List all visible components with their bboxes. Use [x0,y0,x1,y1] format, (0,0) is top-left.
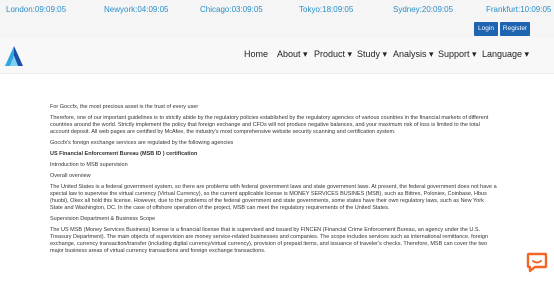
msb-intro-line: Introduction to MSB supervision [50,162,128,168]
nav-language-label: Language [482,49,523,59]
guidelines-paragraph: Therefore, one of our important guidelin… [50,115,489,135]
brand-logo[interactable] [4,45,24,67]
scope-line: Supervision Department & Business Scope [50,216,156,222]
nav-product-label: Product [314,49,346,59]
nav-about[interactable]: About ▾ [277,49,308,60]
nav-study[interactable]: Study ▾ [357,49,387,60]
nav-analysis-label: Analysis [393,49,427,59]
caret-down-icon: ▾ [426,49,434,59]
main-navbar: Home About ▾ Product ▾ Study ▾ Analysis … [0,38,554,74]
login-button[interactable]: Login [474,22,498,36]
world-clock-bar: London:09:09:05 Newyork:04:09:05 Chicago… [0,0,554,38]
nav-study-label: Study [357,49,381,59]
overview-line: Overall overview [50,173,91,179]
intro-line: For Goccfx, the most precious asset is t… [50,104,199,110]
chat-icon[interactable] [526,251,548,273]
clock-sydney: Sydney:20:09:05 [393,5,454,14]
clock-tokyo: Tokyo:18:09:05 [299,5,354,14]
caret-down-icon: ▾ [300,49,308,59]
nav-analysis[interactable]: Analysis ▾ [393,49,434,60]
nav-language[interactable]: Language ▾ [482,49,529,60]
caret-down-icon: ▾ [469,49,477,59]
msb-heading: US Financial Enforcement Bureau (MSB ID … [50,151,198,157]
overview-paragraph: The United States is a federal governmen… [50,184,497,211]
register-button[interactable]: Register [500,22,530,36]
clock-frankfurt: Frankfurt:10:09:05 [486,5,552,14]
clock-chicago: Chicago:03:09:05 [200,5,263,14]
caret-down-icon: ▾ [345,49,353,59]
nav-support-label: Support [438,49,470,59]
regulation-article: For Goccfx, the most precious asset is t… [50,104,498,259]
clock-newyork: Newyork:04:09:05 [104,5,169,14]
caret-down-icon: ▾ [380,49,388,59]
nav-home-label: Home [244,49,269,59]
nav-about-label: About [277,49,301,59]
caret-down-icon: ▾ [522,49,530,59]
agencies-line: Goccfx's foreign exchange services are r… [50,140,234,146]
nav-product[interactable]: Product ▾ [314,49,352,60]
scope-paragraph: The US MSB (Money Services Business) lic… [50,227,488,254]
nav-home[interactable]: Home [244,49,268,59]
nav-support[interactable]: Support ▾ [438,49,477,60]
clock-london: London:09:09:05 [6,5,67,14]
